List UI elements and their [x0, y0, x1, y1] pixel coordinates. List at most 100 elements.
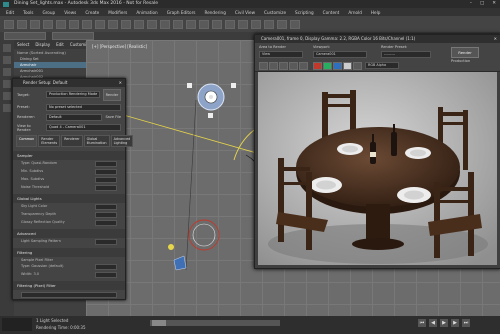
preset-dropdown[interactable]: No preset selected: [46, 103, 121, 111]
render-setup-icon[interactable]: [264, 19, 274, 29]
undo-icon[interactable]: [4, 19, 14, 29]
create-icon[interactable]: [3, 44, 11, 52]
render-button[interactable]: Render: [103, 88, 121, 101]
link-icon[interactable]: [30, 19, 40, 29]
channel-dropdown[interactable]: RGB Alpha: [365, 62, 399, 69]
menu-customize[interactable]: Customize: [264, 10, 286, 15]
target-dropdown[interactable]: Production Rendering Mode: [46, 91, 100, 98]
red-channel-icon[interactable]: [313, 62, 322, 70]
filtering-section[interactable]: Filtering: [13, 248, 125, 257]
clone-window-icon[interactable]: [279, 62, 288, 70]
rect-select-icon[interactable]: [95, 19, 105, 29]
viewport-dropdown[interactable]: Camera001: [313, 51, 367, 58]
alpha-channel-icon[interactable]: [343, 62, 352, 70]
menu-group[interactable]: Group: [42, 10, 55, 15]
tab-advanced-lighting[interactable]: Advanced Lighting: [110, 135, 134, 147]
window-crossing-icon[interactable]: [108, 19, 118, 29]
setting-spinner[interactable]: [95, 185, 117, 191]
redo-icon[interactable]: [17, 19, 27, 29]
tab-select[interactable]: Select: [17, 42, 29, 47]
menu-edit[interactable]: Edit: [6, 10, 14, 15]
time-slider[interactable]: [150, 320, 280, 326]
menu-arnold[interactable]: Arnold: [348, 10, 362, 15]
global-lights-section[interactable]: Global Lights: [13, 194, 125, 203]
ribbon-selector[interactable]: [4, 32, 46, 40]
layer-icon[interactable]: [225, 19, 235, 29]
mirror-icon[interactable]: [199, 19, 209, 29]
scene-explorer-header[interactable]: Name (Sorted Ascending): [14, 49, 86, 56]
minimize-icon[interactable]: –: [470, 0, 472, 8]
pixel-filter-section[interactable]: Filtering (Pixel) Filter: [13, 281, 125, 290]
menu-civil-view[interactable]: Civil View: [235, 10, 255, 15]
menu-rendering[interactable]: Rendering: [204, 10, 225, 15]
setting-spinner[interactable]: [95, 212, 117, 218]
render-frame-icon[interactable]: [277, 19, 287, 29]
view-dropdown[interactable]: Quad 4 - Camera001: [46, 124, 121, 131]
filter-width-spinner[interactable]: [95, 272, 117, 278]
curve-editor-icon[interactable]: [238, 19, 248, 29]
previous-frame-icon[interactable]: ◀: [429, 319, 437, 327]
select-by-name-icon[interactable]: [82, 19, 92, 29]
print-icon[interactable]: [289, 62, 298, 70]
go-to-start-icon[interactable]: ⏮: [418, 319, 426, 327]
filter-type-dropdown[interactable]: [95, 264, 117, 270]
close-icon[interactable]: ✕: [494, 35, 497, 43]
menu-views[interactable]: Views: [64, 10, 76, 15]
next-frame-icon[interactable]: ▶: [451, 319, 459, 327]
select-icon[interactable]: [69, 19, 79, 29]
tab-edit[interactable]: Edit: [56, 42, 64, 47]
copy-image-icon[interactable]: [269, 62, 278, 70]
light-handle[interactable]: [187, 83, 192, 88]
menu-modifiers[interactable]: Modifiers: [108, 10, 127, 15]
percent-snap-icon[interactable]: [186, 19, 196, 29]
green-channel-icon[interactable]: [323, 62, 332, 70]
utilities-icon[interactable]: [3, 104, 11, 112]
clear-icon[interactable]: [299, 62, 308, 70]
go-to-end-icon[interactable]: ⏭: [462, 319, 470, 327]
tab-renderer[interactable]: Renderer: [61, 135, 83, 147]
menu-create[interactable]: Create: [85, 10, 99, 15]
maximize-icon[interactable]: □: [480, 0, 484, 8]
modify-icon[interactable]: [3, 56, 11, 64]
setting-spinner[interactable]: [95, 177, 117, 183]
setting-spinner[interactable]: [95, 161, 117, 167]
material-editor-icon[interactable]: [251, 19, 261, 29]
render-preset-dropdown[interactable]: ---------: [381, 51, 431, 58]
menu-animation[interactable]: Animation: [136, 10, 157, 15]
tab-common[interactable]: Common: [16, 135, 38, 147]
setting-spinner[interactable]: [95, 204, 117, 210]
hierarchy-icon[interactable]: [3, 68, 11, 76]
menu-tools[interactable]: Tools: [23, 10, 33, 15]
setting-spinner[interactable]: [95, 169, 117, 175]
bind-icon[interactable]: [56, 19, 66, 29]
tab-render-elements[interactable]: Render Elements: [38, 135, 61, 147]
save-file-checkbox[interactable]: Save File: [105, 115, 121, 119]
display-icon[interactable]: [3, 92, 11, 100]
snap-icon[interactable]: [160, 19, 170, 29]
app-logo-icon[interactable]: [3, 1, 9, 7]
blue-channel-icon[interactable]: [333, 62, 342, 70]
close-icon[interactable]: ✕: [492, 0, 496, 8]
light-handle[interactable]: [231, 83, 236, 88]
area-dropdown[interactable]: View: [259, 51, 303, 58]
play-icon[interactable]: ▶: [440, 319, 448, 327]
close-icon[interactable]: ✕: [119, 79, 122, 87]
tab-global-illumination[interactable]: Global Illumination: [83, 135, 110, 147]
align-icon[interactable]: [212, 19, 222, 29]
setting-spinner[interactable]: [95, 239, 117, 245]
maxscript-listener[interactable]: [2, 318, 32, 331]
monochrome-icon[interactable]: [353, 62, 362, 70]
angle-snap-icon[interactable]: [173, 19, 183, 29]
menu-scripting[interactable]: Scripting: [295, 10, 314, 15]
render-icon[interactable]: [290, 19, 300, 29]
setting-spinner[interactable]: [95, 220, 117, 226]
light-icon[interactable]: [168, 244, 174, 250]
menu-graph-editors[interactable]: Graph Editors: [167, 10, 196, 15]
sampler-section[interactable]: Sampler: [13, 151, 125, 160]
save-image-icon[interactable]: [259, 62, 268, 70]
render-button[interactable]: Render: [451, 47, 479, 58]
unlink-icon[interactable]: [43, 19, 53, 29]
scale-icon[interactable]: [147, 19, 157, 29]
tab-display[interactable]: Display: [35, 42, 50, 47]
ribbon-selector-2[interactable]: [52, 32, 94, 40]
